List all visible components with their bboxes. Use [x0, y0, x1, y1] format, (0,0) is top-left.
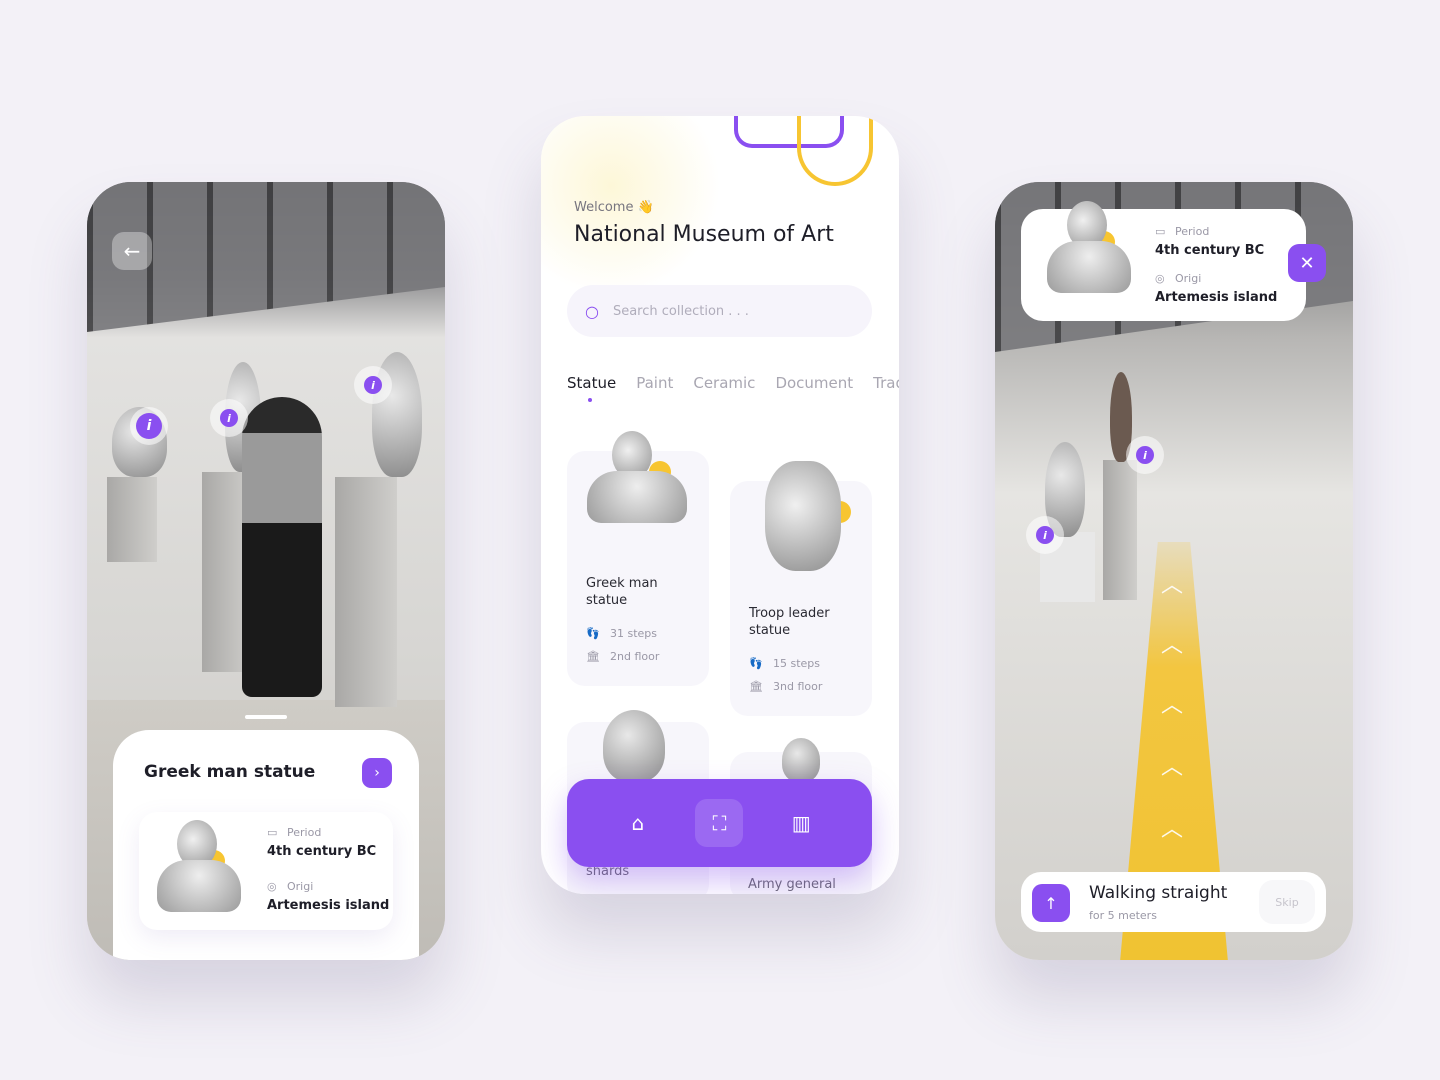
instruction-subtext: for 5 meters — [1089, 909, 1157, 922]
search-icon: ○ — [585, 301, 599, 321]
search-input[interactable]: ○ Search collection . . . — [567, 285, 872, 337]
floor: 2nd floor — [610, 650, 660, 663]
footsteps-icon: 👣 — [749, 657, 763, 670]
museum-icon: 🏛 — [749, 680, 763, 693]
sheet-title: Greek man statue — [144, 762, 316, 782]
location-icon: ◎ — [1155, 272, 1165, 285]
instruction-text: Walking straight — [1089, 883, 1228, 903]
info-hotspot[interactable]: i — [354, 366, 392, 404]
open-detail-button[interactable]: › — [362, 758, 392, 788]
card-title: Troop leader statue — [749, 606, 830, 638]
nav-scan[interactable]: ⛶ — [695, 799, 744, 847]
museum-icon: 🏛 — [586, 650, 600, 663]
detail-sheet: Greek man statue › ▭ Period 4th century B… — [113, 730, 419, 960]
steps-count: 15 steps — [773, 657, 821, 670]
search-placeholder: Search collection . . . — [612, 303, 749, 319]
tab-paint[interactable]: Paint — [636, 374, 673, 392]
decoration — [797, 116, 873, 186]
info-icon: i — [1136, 446, 1154, 464]
period-value: 4th century BC — [1155, 243, 1265, 258]
location-icon: ◎ — [267, 880, 277, 893]
direction-button[interactable]: ↑ — [1032, 884, 1070, 922]
period-label: Period — [1175, 225, 1210, 238]
statue-image — [765, 461, 851, 581]
arrow-up-icon: ↑ — [1044, 893, 1058, 913]
map-icon: ▥ — [791, 811, 811, 835]
statue-image — [157, 820, 241, 916]
info-icon: i — [1036, 526, 1054, 544]
category-tabs: Statue Paint Ceramic Document Tradit — [567, 374, 899, 402]
tab-statue[interactable]: Statue — [567, 374, 616, 402]
info-hotspot[interactable]: i — [130, 407, 168, 445]
info-icon: i — [220, 409, 238, 427]
tab-traditional[interactable]: Tradit — [873, 374, 899, 392]
close-button[interactable]: ✕ — [1288, 244, 1326, 282]
calendar-icon: ▭ — [267, 826, 278, 839]
page-title: National Museum of Art — [574, 222, 834, 247]
nav-map[interactable]: ▥ — [777, 799, 825, 847]
period-label: Period — [287, 826, 322, 839]
info-icon: i — [364, 376, 382, 394]
scan-icon: ⛶ — [712, 811, 727, 835]
info-icon: i — [136, 413, 162, 439]
chevron-right-icon: › — [374, 765, 380, 781]
skip-button[interactable]: Skip — [1259, 880, 1315, 924]
origin-value: Artemesis island — [267, 898, 390, 913]
collection-card[interactable]: Troop leader statue 👣 15 steps 🏛 3nd floor — [730, 461, 872, 716]
detail-screen: ← i i i Greek man statue › ▭ Period 4th c… — [87, 182, 445, 960]
info-hotspot[interactable]: i — [1026, 516, 1064, 554]
tab-document[interactable]: Document — [775, 374, 853, 392]
origin-label: Origi — [287, 880, 314, 893]
statue-image — [587, 431, 687, 527]
visitor — [242, 397, 322, 697]
collection-card[interactable]: Greek man statue 👣 31 steps 🏛 2nd floor — [567, 431, 709, 686]
origin-label: Origi — [1175, 272, 1202, 285]
close-icon: ✕ — [1299, 252, 1315, 274]
period-value: 4th century BC — [267, 844, 377, 859]
sheet-handle[interactable] — [245, 715, 287, 719]
info-card: ▭ Period 4th century BC ◎ Origi Artemesis … — [139, 812, 393, 930]
info-hotspot[interactable]: i — [210, 399, 248, 437]
navigation-screen: ︿ ︿ ︿ ︿ ︿ i i ▭ Period 4th century BC ◎ Origi … — [995, 182, 1353, 960]
info-hotspot[interactable]: i — [1126, 436, 1164, 474]
statue-image — [603, 710, 665, 782]
tab-ceramic[interactable]: Ceramic — [693, 374, 755, 392]
welcome-text: Welcome 👋 — [574, 200, 654, 215]
bottom-nav: ⌂ ⛶ ▥ — [567, 779, 872, 867]
steps-count: 31 steps — [610, 627, 658, 640]
direction-card: ↑ Walking straight for 5 meters Skip — [1021, 872, 1326, 932]
home-icon: ⌂ — [631, 811, 645, 835]
statue-image — [1047, 201, 1131, 297]
floor: 3nd floor — [773, 680, 823, 693]
statue-image — [782, 738, 820, 782]
home-screen: Welcome 👋 National Museum of Art ○ Searc… — [541, 116, 899, 894]
arrow-left-icon: ← — [123, 239, 141, 263]
info-card: ▭ Period 4th century BC ◎ Origi Artemesis … — [1021, 201, 1306, 321]
footsteps-icon: 👣 — [586, 627, 600, 640]
back-button[interactable]: ← — [112, 232, 152, 270]
card-title: Greek man statue — [586, 576, 658, 608]
calendar-icon: ▭ — [1155, 225, 1166, 238]
card-title: Army general — [748, 877, 836, 892]
nav-home[interactable]: ⌂ — [614, 799, 662, 847]
origin-value: Artemesis island — [1155, 290, 1278, 305]
